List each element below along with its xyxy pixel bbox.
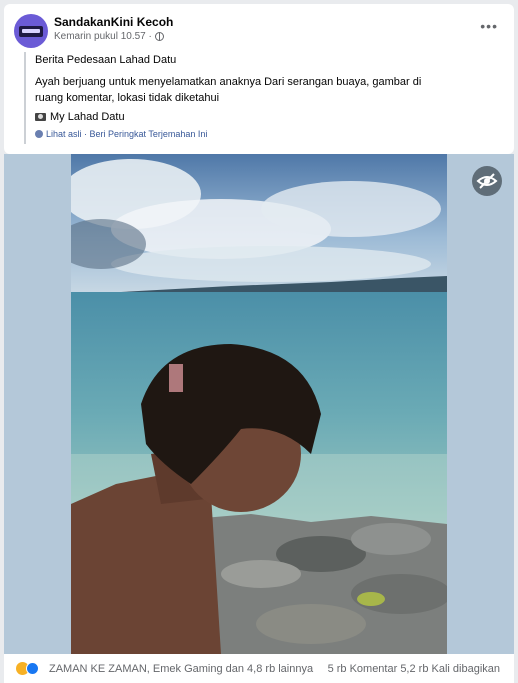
reactors-summary[interactable]: ZAMAN KE ZAMAN, Emek Gaming dan 4,8 rb l… bbox=[49, 663, 313, 675]
translation-links-label[interactable]: Lihat asli · Beri Peringkat Terjemahan I… bbox=[46, 129, 207, 139]
blurred-wound bbox=[169, 364, 183, 392]
post-card: SandakanKini Kecoh Kemarin pukul 10.57 ·… bbox=[4, 4, 514, 154]
quote-body: Ayah berjuang untuk menyelamatkan anakny… bbox=[35, 76, 422, 104]
comment-share-stats[interactable]: 5 rb Komentar 5,2 rb Kali dibagikan bbox=[328, 663, 500, 675]
camera-icon bbox=[35, 113, 46, 121]
quote-source-label: My Lahad Datu bbox=[50, 111, 125, 123]
photo-scene bbox=[71, 154, 447, 654]
avatar-logo-text bbox=[22, 29, 40, 33]
post-photo[interactable] bbox=[71, 154, 447, 654]
globe-icon bbox=[154, 32, 164, 41]
cloud bbox=[111, 246, 431, 282]
rock bbox=[256, 604, 366, 644]
post-meta: Kemarin pukul 10.57 · bbox=[54, 31, 164, 42]
eye-icon bbox=[476, 173, 498, 189]
rock bbox=[351, 523, 431, 555]
reaction-icons[interactable] bbox=[16, 662, 44, 676]
translation-links[interactable]: Lihat asli · Beri Peringkat Terjemahan I… bbox=[35, 129, 494, 139]
page-name[interactable]: SandakanKini Kecoh bbox=[54, 15, 173, 29]
grass bbox=[357, 592, 385, 606]
translated-quote: Berita Pedesaan Lahad Datu Ayah berjuang… bbox=[24, 52, 494, 144]
post-media[interactable] bbox=[4, 154, 514, 654]
rock bbox=[221, 560, 301, 588]
quote-source: My Lahad Datu bbox=[35, 111, 494, 123]
more-icon[interactable]: ••• bbox=[480, 18, 498, 34]
like-reaction-icon bbox=[26, 662, 39, 675]
person-body bbox=[71, 474, 221, 654]
post-timestamp[interactable]: Kemarin pukul 10.57 · bbox=[54, 31, 152, 42]
quote-title: Berita Pedesaan Lahad Datu bbox=[35, 54, 177, 66]
post-footer: ZAMAN KE ZAMAN, Emek Gaming dan 4,8 rb l… bbox=[4, 654, 514, 683]
hide-media-button[interactable] bbox=[472, 166, 502, 196]
page-avatar[interactable] bbox=[14, 14, 48, 48]
cloud bbox=[261, 181, 441, 237]
translate-icon bbox=[35, 130, 43, 138]
